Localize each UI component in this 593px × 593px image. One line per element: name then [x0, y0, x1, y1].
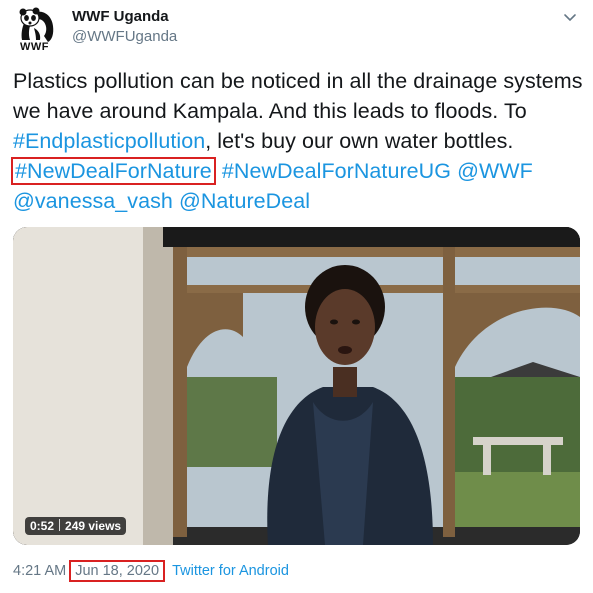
author-block: WWF Uganda @WWFUganda	[72, 8, 177, 46]
video-views: 249 views	[65, 519, 122, 533]
highlight-box: #NewDealForNature	[11, 157, 216, 185]
video-duration: 0:52	[30, 519, 55, 533]
wwf-logo-text: WWF	[20, 41, 49, 53]
highlight-box-date: Jun 18, 2020	[69, 560, 166, 582]
avatar[interactable]: WWF	[14, 4, 60, 54]
handle[interactable]: @WWFUganda	[72, 28, 177, 46]
mention-naturedeal[interactable]: @NatureDeal	[179, 189, 310, 213]
tweet-source-link[interactable]: Twitter for Android	[172, 563, 289, 579]
mention-wwf[interactable]: @WWF	[457, 159, 533, 183]
tweet-text: Plastics pollution can be noticed in all…	[11, 66, 583, 216]
mention-vanessa-vash[interactable]: @vanessa_vash	[13, 189, 173, 213]
tweet-footer: 4:21 AM Jun 18, 2020 Twitter for Android	[13, 560, 289, 582]
tweet-text-part2: , let's buy our own water bottles.	[205, 129, 514, 153]
hashtag-newdealfornatureug[interactable]: #NewDealForNatureUG	[222, 159, 451, 183]
divider	[59, 519, 61, 531]
more-menu-button[interactable]	[563, 10, 577, 22]
tweet-text-part1: Plastics pollution can be noticed in all…	[13, 69, 583, 123]
video-player[interactable]: 0:52 249 views	[13, 227, 580, 545]
video-frame	[13, 227, 580, 545]
hashtag-endplasticpollution[interactable]: #Endplasticpollution	[13, 129, 205, 153]
tweet-time[interactable]: 4:21 AM	[13, 563, 66, 579]
tweet-date[interactable]: Jun 18, 2020	[75, 563, 159, 579]
hashtag-newdealfornature[interactable]: #NewDealForNature	[15, 159, 212, 183]
chevron-down-icon	[564, 14, 576, 22]
display-name[interactable]: WWF Uganda	[72, 8, 177, 26]
video-stats: 0:52 249 views	[25, 517, 127, 535]
tweet-card: WWF WWF Uganda @WWFUganda Plastics pollu…	[0, 0, 593, 593]
